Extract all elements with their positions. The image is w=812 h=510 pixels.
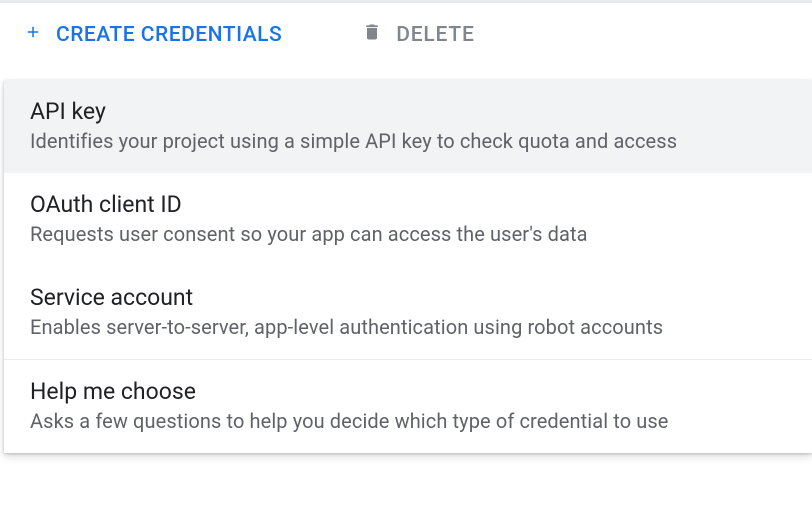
menu-item-title: Service account — [30, 284, 786, 311]
menu-item-oauth-client-id[interactable]: OAuth client ID Requests user consent so… — [4, 173, 812, 266]
menu-item-desc: Enables server-to-server, app-level auth… — [30, 315, 786, 339]
menu-item-desc: Requests user consent so your app can ac… — [30, 222, 786, 246]
menu-item-desc: Identifies your project using a simple A… — [30, 129, 786, 153]
menu-item-title: API key — [30, 98, 786, 125]
menu-item-api-key[interactable]: API key Identifies your project using a … — [4, 80, 812, 173]
menu-item-desc: Asks a few questions to help you decide … — [30, 409, 786, 433]
toolbar: CREATE CREDENTIALS DELETE — [0, 3, 812, 67]
create-credentials-button[interactable]: CREATE CREDENTIALS — [24, 23, 282, 47]
menu-item-service-account[interactable]: Service account Enables server-to-server… — [4, 266, 812, 359]
create-credentials-label: CREATE CREDENTIALS — [56, 23, 282, 47]
menu-item-help-me-choose[interactable]: Help me choose Asks a few questions to h… — [4, 360, 812, 453]
trash-icon — [362, 21, 382, 49]
menu-item-title: OAuth client ID — [30, 191, 786, 218]
delete-label: DELETE — [396, 23, 474, 47]
plus-icon — [24, 23, 42, 47]
credentials-dropdown: API key Identifies your project using a … — [4, 80, 812, 453]
delete-button[interactable]: DELETE — [362, 21, 474, 49]
menu-item-title: Help me choose — [30, 378, 786, 405]
